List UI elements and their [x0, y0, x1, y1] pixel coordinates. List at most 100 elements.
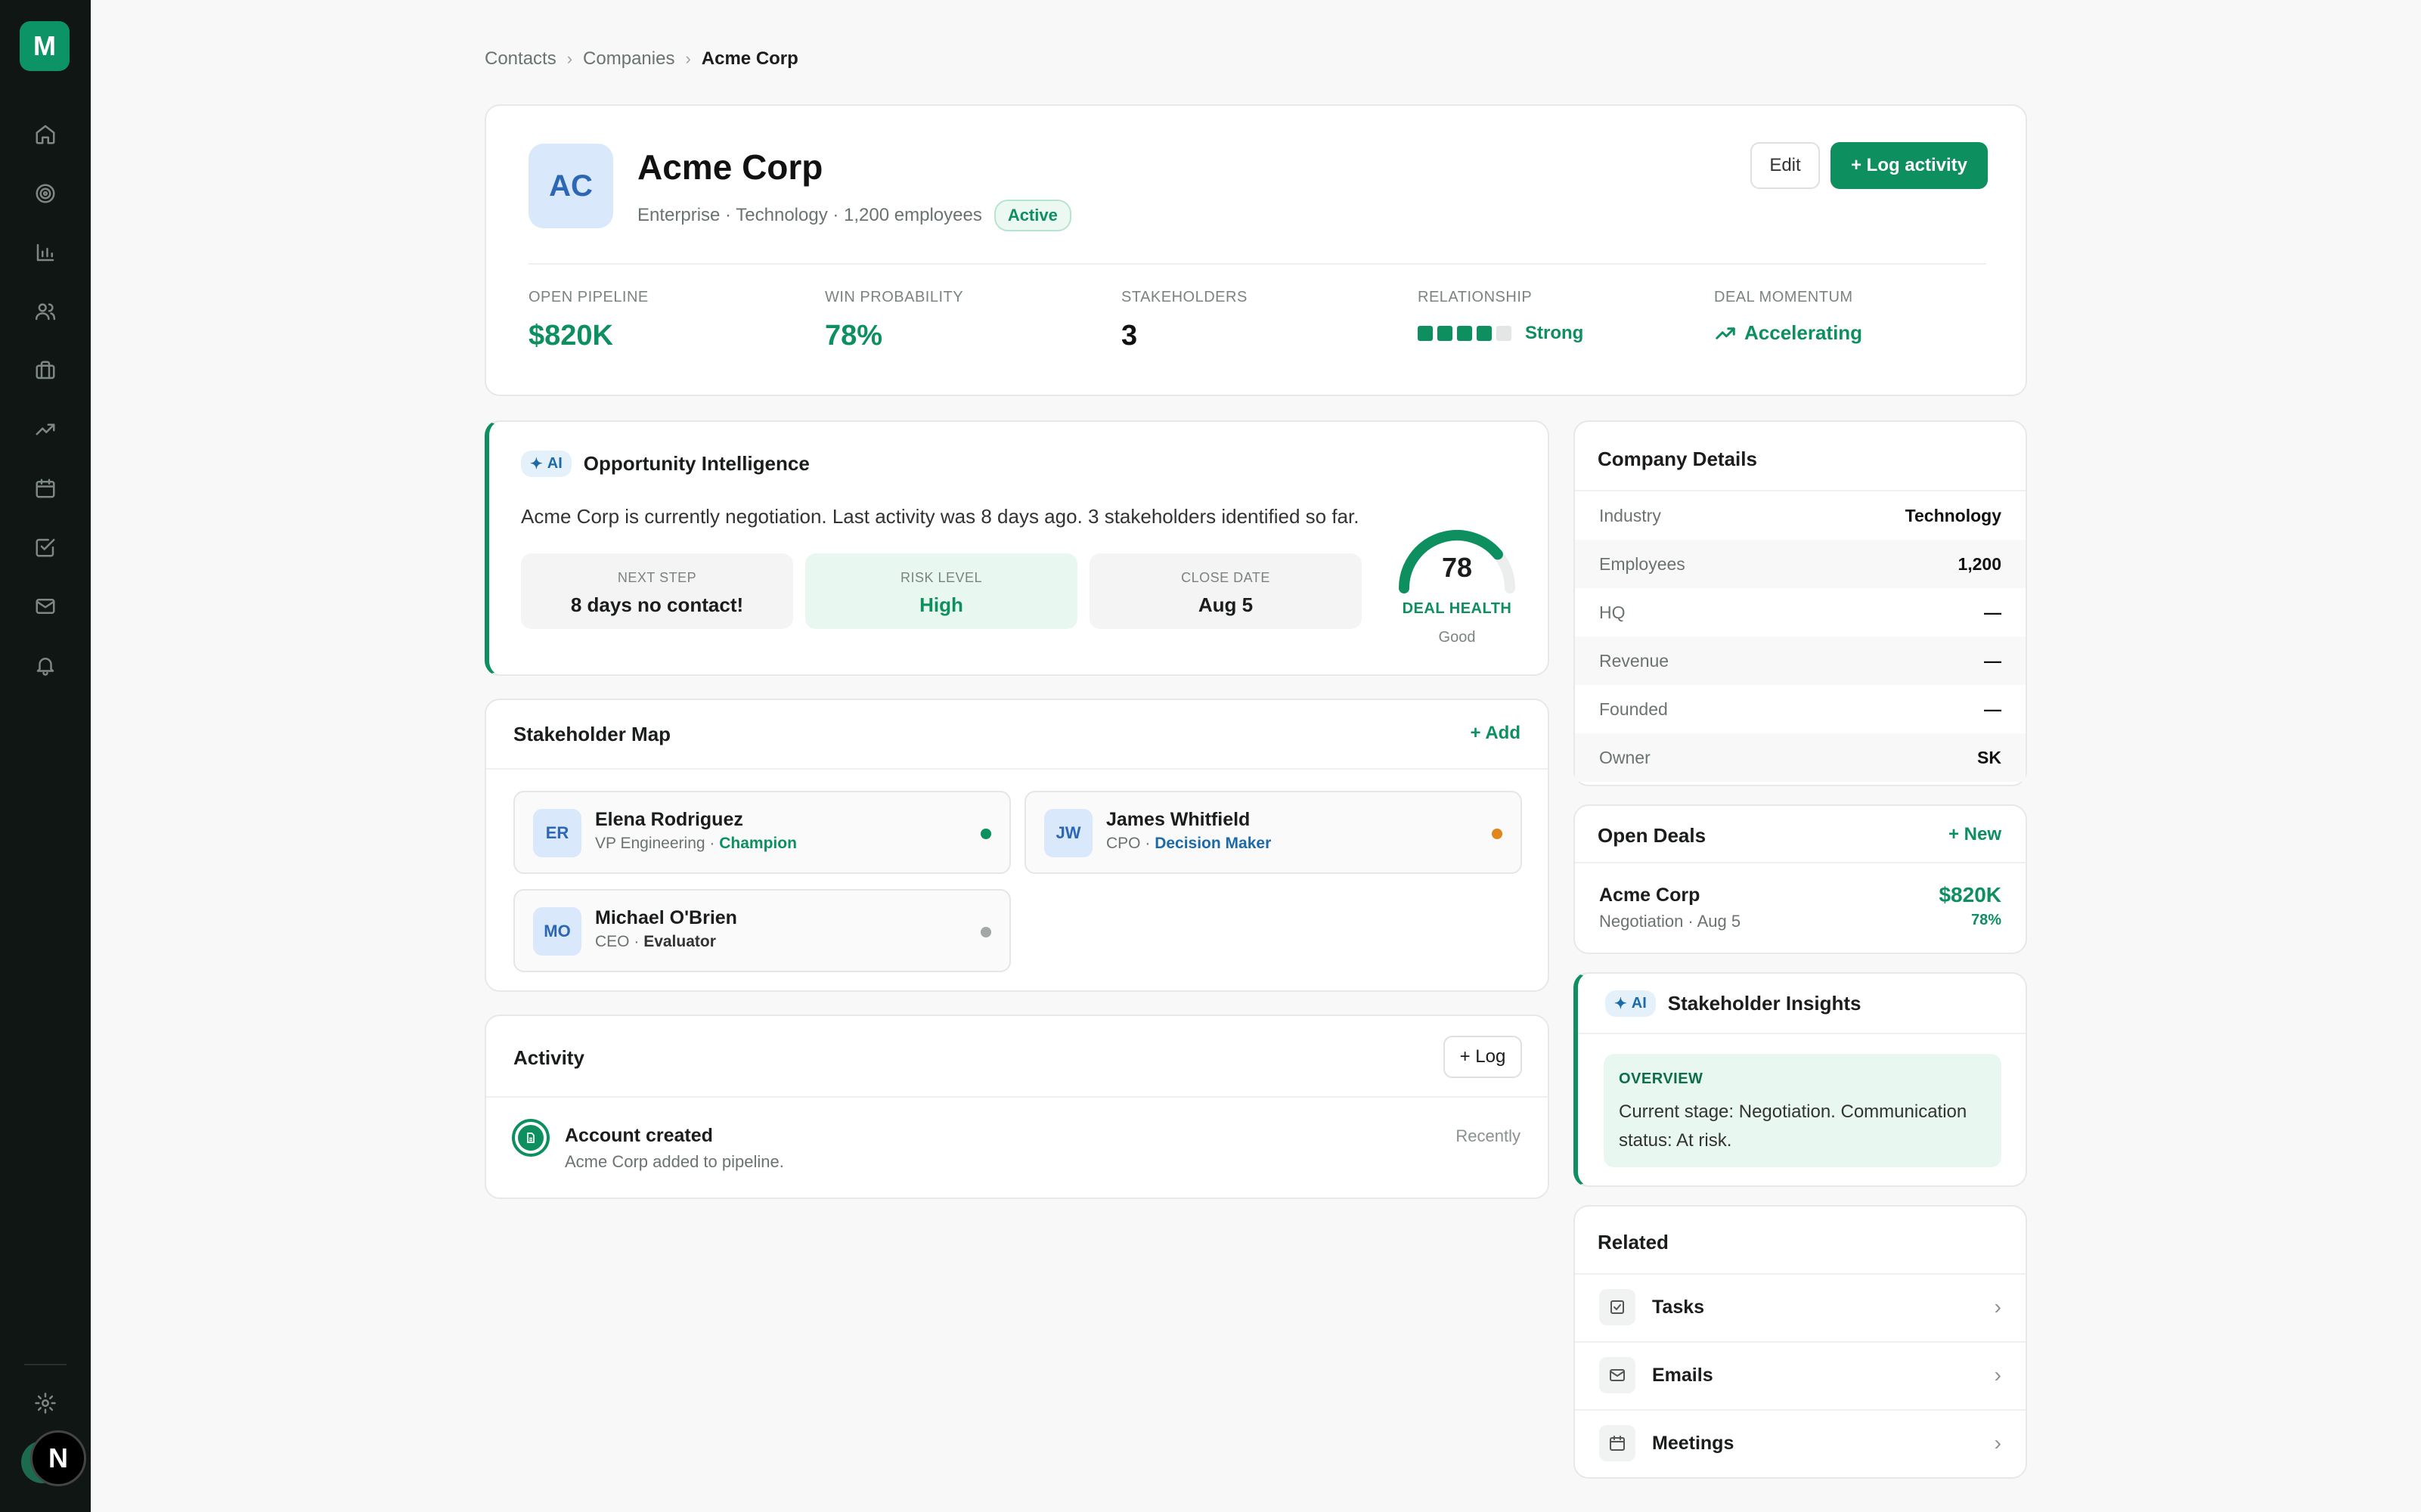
metric-label: WIN PROBABILITY — [825, 289, 964, 305]
user-avatar[interactable]: N — [30, 1430, 86, 1486]
trending-up-icon — [1716, 327, 1735, 339]
divider — [1575, 862, 2026, 863]
sparkle-icon: ✦ — [530, 456, 543, 472]
related-item-label: Meetings — [1652, 1432, 1734, 1454]
ai-badge-label: AI — [1631, 995, 1647, 1012]
related-item-meetings[interactable]: Meetings › — [1575, 1409, 2026, 1476]
check-square-icon — [1599, 1289, 1635, 1325]
stakeholder-avatar: ER — [533, 809, 581, 857]
momentum-value: Accelerating — [1744, 321, 1863, 344]
divider — [1578, 1033, 2026, 1034]
company-meta: Enterprise · Technology · 1,200 employee… — [637, 200, 1071, 231]
overview-box: OVERVIEW Current stage: Negotiation. Com… — [1604, 1054, 2001, 1167]
detail-value: SK — [1977, 747, 2001, 767]
status-dot — [1492, 829, 1502, 839]
related-card: Related Tasks › Emails › Meetings › — [1573, 1205, 2027, 1479]
stakeholder-role-line: CEO · Evaluator — [595, 933, 716, 951]
edit-button[interactable]: Edit — [1750, 142, 1820, 189]
strength-bar — [1418, 326, 1433, 341]
ai-badge-label: AI — [547, 455, 563, 472]
metric-deal-momentum: DEAL MOMENTUM Accelerating — [1714, 289, 1862, 345]
stakeholder-name: James Whitfield — [1106, 809, 1251, 830]
divider — [529, 263, 1986, 265]
detail-key: Revenue — [1599, 650, 1669, 671]
bar-chart-icon[interactable] — [30, 237, 60, 268]
metric-label: DEAL MOMENTUM — [1714, 289, 1853, 305]
related-item-tasks[interactable]: Tasks › — [1575, 1273, 2026, 1340]
risk-level-tile: RISK LEVEL High — [805, 553, 1077, 629]
app-logo[interactable]: M — [20, 21, 70, 71]
breadcrumb-companies[interactable]: Companies — [583, 48, 674, 70]
divider — [486, 768, 1548, 770]
activity-time: Recently — [1455, 1126, 1520, 1145]
related-item-emails[interactable]: Emails › — [1575, 1341, 2026, 1408]
add-stakeholder-button[interactable]: + Add — [1471, 723, 1520, 744]
mail-icon[interactable] — [30, 591, 60, 621]
calendar-icon[interactable] — [30, 473, 60, 503]
next-step-tile: NEXT STEP 8 days no contact! — [521, 553, 793, 629]
detail-key: HQ — [1599, 602, 1626, 622]
stakeholder-role: Evaluator — [643, 933, 716, 950]
deal-probability: 78% — [1970, 912, 2001, 928]
company-avatar: AC — [529, 144, 613, 228]
target-icon[interactable] — [30, 178, 60, 209]
detail-row: Industry Technology — [1575, 491, 2026, 540]
sparkle-icon: ✦ — [1614, 996, 1627, 1012]
metric-label: OPEN PIPELINE — [529, 289, 649, 305]
new-deal-button[interactable]: + New — [1948, 824, 2001, 845]
divider — [486, 1096, 1548, 1098]
deal-health-status: Good — [1438, 629, 1476, 646]
check-square-icon[interactable] — [30, 532, 60, 562]
stakeholder-name: Elena Rodriguez — [595, 809, 743, 830]
detail-value: — — [1984, 650, 2001, 671]
card-header: ✦ AI Opportunity Intelligence — [521, 451, 810, 477]
bell-icon[interactable] — [30, 650, 60, 680]
tile-value: 8 days no contact! — [570, 593, 744, 616]
stakeholder-card[interactable]: ER Elena Rodriguez VP Engineering · Champi… — [513, 791, 1011, 874]
document-icon — [518, 1125, 544, 1151]
overview-label: OVERVIEW — [1619, 1070, 1703, 1087]
related-item-label: Emails — [1652, 1364, 1713, 1386]
detail-row: Founded — — [1575, 685, 2026, 733]
metric-stakeholders: STAKEHOLDERS 3 — [1121, 289, 1248, 352]
detail-key: Owner — [1599, 747, 1651, 767]
detail-value: Technology — [1905, 505, 2001, 525]
tile-value: High — [919, 593, 963, 616]
metric-label: STAKEHOLDERS — [1121, 289, 1248, 305]
stakeholder-name: Michael O'Brien — [595, 907, 737, 928]
deal-health-label: DEAL HEALTH — [1402, 600, 1512, 617]
trending-up-icon[interactable] — [30, 414, 60, 445]
stakeholder-card[interactable]: MO Michael O'Brien CEO · Evaluator — [513, 889, 1011, 972]
intelligence-summary: Acme Corp is currently negotiation. Last… — [521, 505, 1359, 528]
briefcase-icon[interactable] — [30, 355, 60, 386]
log-button[interactable]: + Log — [1443, 1036, 1522, 1078]
company-meta-text: Enterprise · Technology · 1,200 employee… — [637, 205, 982, 225]
detail-row: HQ — — [1575, 588, 2026, 637]
users-icon[interactable] — [30, 296, 60, 327]
tile-label: CLOSE DATE — [1181, 570, 1270, 585]
stakeholder-title: CPO — [1106, 835, 1141, 852]
open-deals-card: Open Deals + New Acme Corp Negotiation ·… — [1573, 804, 2027, 954]
metric-win-probability: WIN PROBABILITY 78% — [825, 289, 963, 352]
stakeholder-role: Decision Maker — [1155, 835, 1272, 852]
stakeholder-insights-card: ✦ AI Stakeholder Insights OVERVIEW Curren… — [1573, 972, 2027, 1187]
home-icon[interactable] — [30, 119, 60, 150]
log-activity-button[interactable]: + Log activity — [1830, 142, 1988, 189]
strength-bar — [1496, 326, 1511, 341]
sidebar-divider — [24, 1364, 67, 1365]
sidebar: M N — [0, 0, 91, 1512]
breadcrumb-contacts[interactable]: Contacts — [485, 48, 556, 70]
status-dot — [981, 829, 991, 839]
activity-card: Activity + Log Account created Acme Corp… — [485, 1015, 1549, 1199]
stakeholder-role-line: VP Engineering · Champion — [595, 835, 797, 853]
card-title: Stakeholder Insights — [1667, 992, 1861, 1015]
detail-value: 1,200 — [1958, 553, 2001, 574]
stakeholder-card[interactable]: JW James Whitfield CPO · Decision Maker — [1025, 791, 1522, 874]
strength-bar — [1457, 326, 1472, 341]
detail-key: Industry — [1599, 505, 1661, 525]
activity-subtitle: Acme Corp added to pipeline. — [565, 1152, 784, 1171]
stakeholder-avatar: MO — [533, 907, 581, 956]
gear-icon[interactable] — [30, 1388, 60, 1418]
activity-title: Account created — [565, 1125, 713, 1146]
detail-row: Employees 1,200 — [1575, 540, 2026, 588]
